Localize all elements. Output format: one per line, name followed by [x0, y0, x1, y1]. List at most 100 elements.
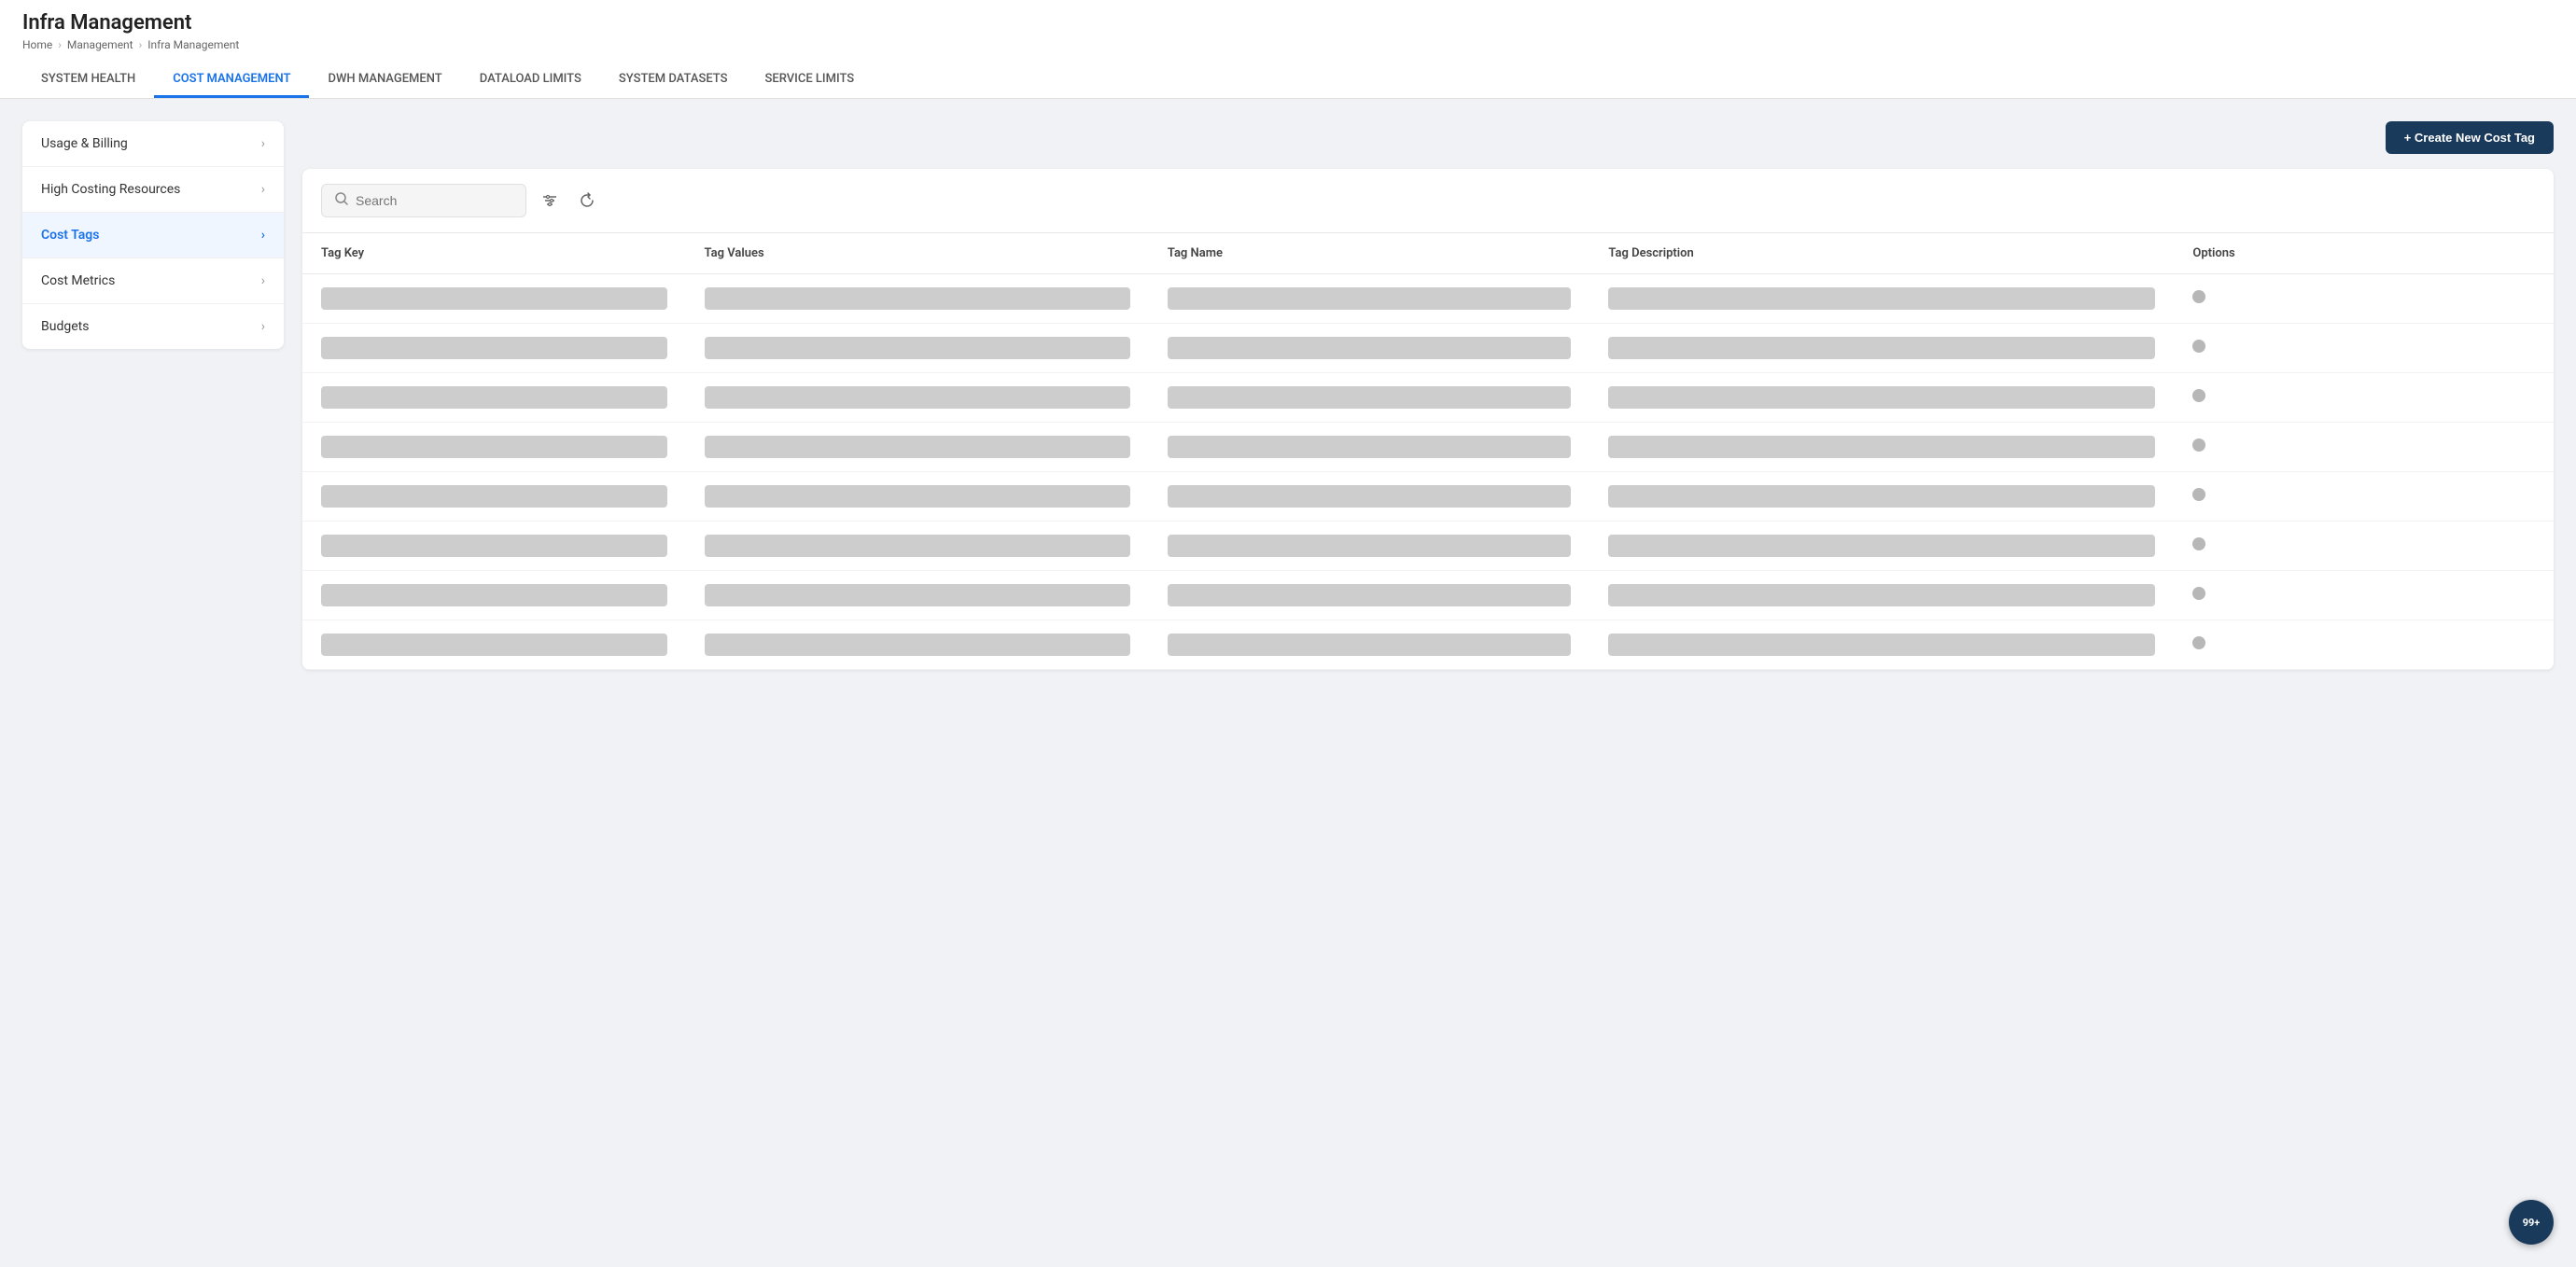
breadcrumb-management[interactable]: Management [67, 38, 133, 51]
create-cost-tag-button[interactable]: + Create New Cost Tag [2386, 121, 2554, 154]
cell-tag-key [302, 472, 686, 522]
skeleton-bar [1168, 535, 1572, 557]
cell-options [2174, 472, 2554, 522]
skeleton-bar [705, 287, 1130, 310]
skeleton-bar [1608, 386, 2155, 409]
sidebar-item-usage-billing[interactable]: Usage & Billing › [22, 121, 284, 167]
sidebar-item-label: Cost Metrics [41, 273, 115, 288]
skeleton-bar [705, 337, 1130, 359]
cell-tag-key [302, 571, 686, 620]
cell-options [2174, 324, 2554, 373]
skeleton-bar [321, 287, 667, 310]
sidebar-item-cost-tags[interactable]: Cost Tags › [22, 213, 284, 258]
options-dot [2192, 290, 2205, 303]
main-layout: Usage & Billing › High Costing Resources… [0, 99, 2576, 1254]
tab-system-datasets[interactable]: SYSTEM DATASETS [600, 63, 747, 98]
cell-tag-key [302, 522, 686, 571]
cell-tag-name [1149, 274, 1590, 324]
notification-badge[interactable]: 99+ [2509, 1200, 2554, 1245]
table-row [302, 571, 2554, 620]
skeleton-bar [1168, 337, 1572, 359]
skeleton-bar [1608, 287, 2155, 310]
skeleton-bar [321, 634, 667, 656]
options-dot [2192, 389, 2205, 402]
table-row [302, 423, 2554, 472]
table-header: Tag Key Tag Values Tag Name Tag Descript… [302, 233, 2554, 274]
filter-icon [541, 192, 558, 209]
cell-tag-name [1149, 423, 1590, 472]
skeleton-bar [1608, 634, 2155, 656]
skeleton-bar [1608, 535, 2155, 557]
search-bar [302, 169, 2554, 233]
chevron-right-icon: › [261, 182, 265, 197]
skeleton-bar [1168, 584, 1572, 606]
page-title: Infra Management [22, 11, 2554, 35]
sidebar-item-high-costing-resources[interactable]: High Costing Resources › [22, 167, 284, 213]
options-dot [2192, 488, 2205, 501]
cell-tag-description [1589, 373, 2174, 423]
cost-tags-table: Tag Key Tag Values Tag Name Tag Descript… [302, 233, 2554, 670]
cell-tag-key [302, 423, 686, 472]
tab-system-health[interactable]: SYSTEM HEALTH [22, 63, 154, 98]
sidebar-item-budgets[interactable]: Budgets › [22, 304, 284, 349]
cell-tag-description [1589, 324, 2174, 373]
skeleton-bar [1608, 584, 2155, 606]
cell-tag-name [1149, 620, 1590, 670]
skeleton-bar [1608, 436, 2155, 458]
skeleton-bar [705, 535, 1130, 557]
tab-service-limits[interactable]: SERVICE LIMITS [746, 63, 873, 98]
table-row [302, 324, 2554, 373]
cell-tag-description [1589, 571, 2174, 620]
cell-tag-name [1149, 373, 1590, 423]
chevron-right-icon: › [261, 319, 265, 334]
skeleton-bar [705, 634, 1130, 656]
sidebar: Usage & Billing › High Costing Resources… [22, 121, 284, 349]
cell-tag-description [1589, 274, 2174, 324]
cell-tag-key [302, 274, 686, 324]
table-row [302, 373, 2554, 423]
tab-cost-management[interactable]: COST MANAGEMENT [154, 63, 309, 98]
table-row [302, 620, 2554, 670]
table-row [302, 274, 2554, 324]
table-row [302, 522, 2554, 571]
refresh-button[interactable] [573, 187, 601, 215]
search-input-wrapper [321, 184, 526, 217]
skeleton-bar [1168, 386, 1572, 409]
breadcrumb-home[interactable]: Home [22, 38, 52, 51]
col-tag-values: Tag Values [686, 233, 1149, 274]
skeleton-bar [1608, 337, 2155, 359]
col-tag-key: Tag Key [302, 233, 686, 274]
tab-dwh-management[interactable]: DWH MANAGEMENT [309, 63, 460, 98]
options-dot [2192, 537, 2205, 550]
tab-navigation: SYSTEM HEALTH COST MANAGEMENT DWH MANAGE… [22, 63, 2554, 98]
breadcrumb: Home › Management › Infra Management [22, 38, 2554, 51]
cell-tag-name [1149, 472, 1590, 522]
skeleton-bar [1168, 485, 1572, 508]
sidebar-item-label: Usage & Billing [41, 136, 128, 151]
cell-tag-values [686, 423, 1149, 472]
chevron-right-icon: › [261, 136, 265, 151]
breadcrumb-current: Infra Management [147, 38, 239, 51]
sidebar-item-cost-metrics[interactable]: Cost Metrics › [22, 258, 284, 304]
skeleton-bar [1168, 436, 1572, 458]
options-dot [2192, 636, 2205, 649]
cell-options [2174, 274, 2554, 324]
skeleton-bar [321, 535, 667, 557]
sidebar-item-label: Budgets [41, 319, 89, 334]
skeleton-bar [1608, 485, 2155, 508]
cell-options [2174, 522, 2554, 571]
skeleton-bar [1168, 287, 1572, 310]
table-row [302, 472, 2554, 522]
table-body [302, 274, 2554, 670]
filter-button[interactable] [536, 187, 564, 215]
cell-tag-values [686, 571, 1149, 620]
content-card: Tag Key Tag Values Tag Name Tag Descript… [302, 169, 2554, 670]
skeleton-bar [1168, 634, 1572, 656]
cell-tag-name [1149, 522, 1590, 571]
tab-dataload-limits[interactable]: DATALOAD LIMITS [461, 63, 600, 98]
cell-tag-description [1589, 522, 2174, 571]
cell-tag-name [1149, 571, 1590, 620]
cell-tag-values [686, 373, 1149, 423]
cell-tag-description [1589, 620, 2174, 670]
search-input[interactable] [356, 193, 512, 208]
